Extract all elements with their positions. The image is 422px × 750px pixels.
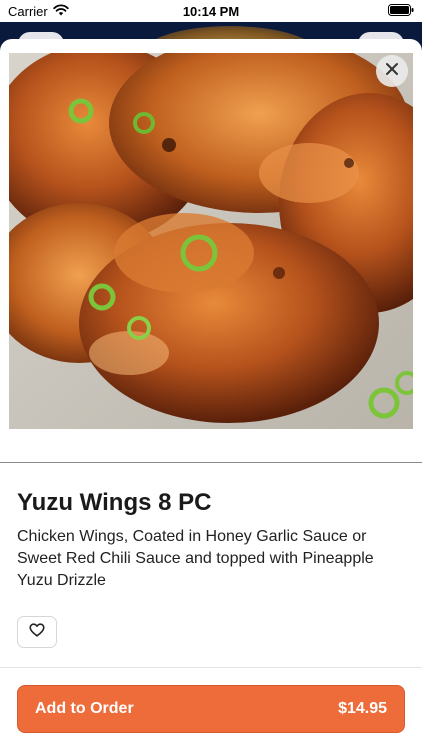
item-detail-screen: Carrier 10:14 PM Yuzu Wings 8 PC Chicken…: [0, 0, 422, 750]
item-description: Chicken Wings, Coated in Honey Garlic Sa…: [17, 528, 374, 589]
status-bar: Carrier 10:14 PM: [0, 0, 422, 22]
status-time: 10:14 PM: [182, 4, 240, 19]
image-divider: [0, 462, 422, 463]
item-price: $14.95: [338, 700, 387, 717]
item-detail-sheet: Yuzu Wings 8 PC Chicken Wings, Coated in…: [0, 39, 422, 750]
add-to-order-button[interactable]: Add to Order $14.95: [17, 685, 405, 733]
footer-divider: [0, 667, 422, 668]
item-image: [9, 53, 413, 429]
close-icon: [385, 62, 399, 81]
close-button[interactable]: [376, 55, 408, 87]
favorite-button[interactable]: [17, 616, 57, 648]
battery-icon: [388, 4, 414, 19]
heart-icon: [29, 622, 45, 642]
add-to-order-label: Add to Order: [35, 700, 134, 717]
item-title: Yuzu Wings 8 PC: [17, 489, 212, 516]
